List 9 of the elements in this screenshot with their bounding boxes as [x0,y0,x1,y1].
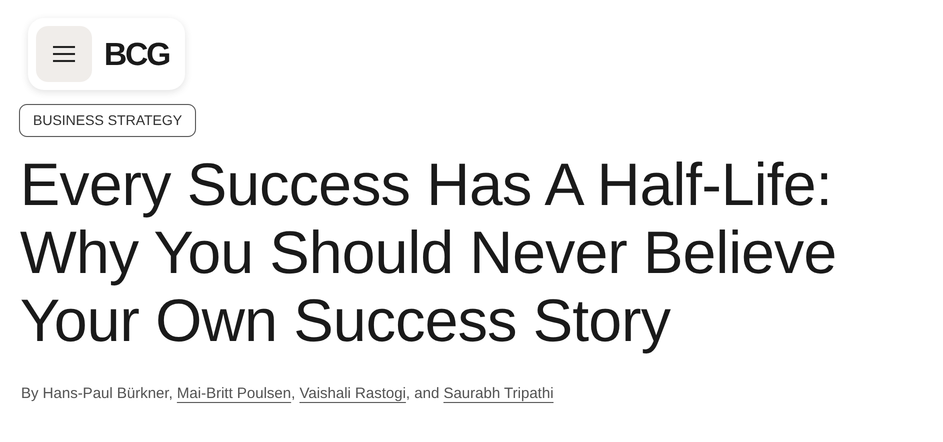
category-tag[interactable]: BUSINESS STRATEGY [19,104,196,137]
logo[interactable]: BCG [104,30,170,78]
author-link[interactable]: Vaishali Rastogi [299,385,406,402]
byline-text: By Hans-Paul Bürkner, Mai-Britt Poulsen, Vaishali Rastogi, and Saurabh Tripathi [20,384,555,404]
article-title: Every Success Has A Half-Life: Why You Should Never Believe Your Own Success Story [19,150,838,355]
author-link[interactable]: Saurabh Tripathi [443,385,554,402]
author-link[interactable]: Mai-Britt Poulsen [176,385,292,402]
menu-icon [52,45,76,63]
menu-button[interactable] [36,26,92,82]
